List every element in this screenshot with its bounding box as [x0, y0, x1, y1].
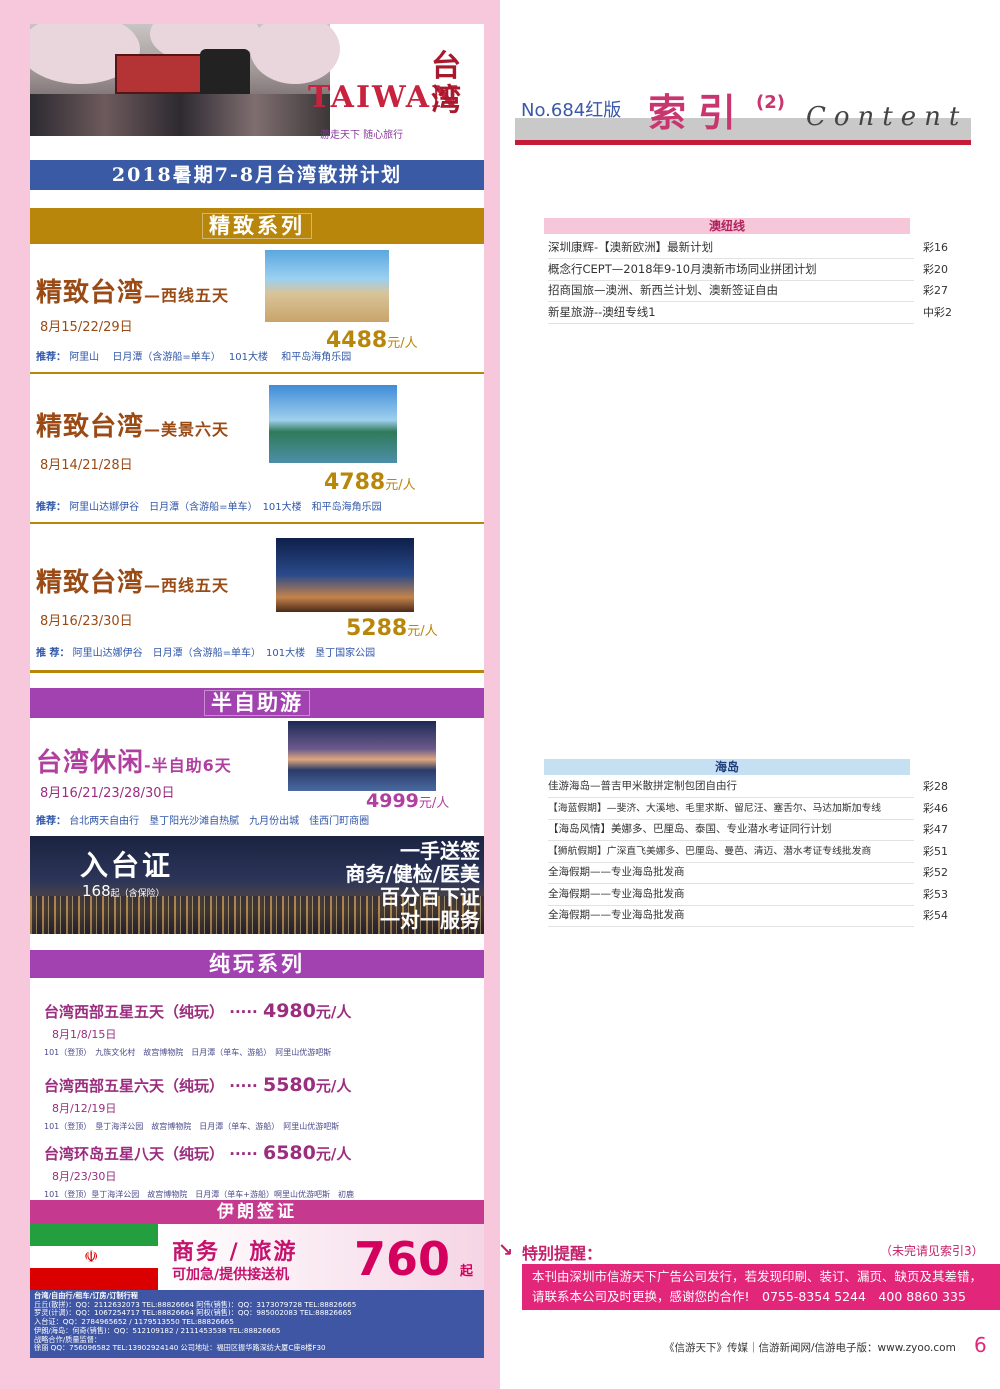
- logo-slogan: 游走天下 随心旅行: [320, 130, 404, 141]
- tour-dates: 8月14/21/28日: [40, 458, 133, 473]
- pure-play-item: 台湾西部五星五天（纯玩） ····· 4980元/人 8月1/8/15日 101…: [44, 1000, 352, 1057]
- logo-chinese: 台湾: [431, 49, 461, 118]
- section-header-aoniu: 澳纽线: [544, 218, 910, 234]
- page-number: 6: [974, 1333, 987, 1357]
- index-entry[interactable]: 招商国旅—澳洲、新西兰计划、澳新签证自由 彩27: [544, 280, 954, 302]
- tour-title: 精致台湾—美景六天: [36, 412, 230, 442]
- tour-title: 精致台湾—西线五天: [36, 278, 230, 308]
- content-word: Content: [806, 102, 968, 132]
- iran-visa-price: 760: [354, 1232, 451, 1286]
- tour-card: 精致台湾—美景六天 8月14/21/28日 4788元/人 推荐： 阿里山达娜伊…: [30, 374, 484, 525]
- leisure-price: 4999元/人: [366, 790, 450, 812]
- index-entry[interactable]: 概念行CEPT—2018年9-10月澳新市场同业拼团计划 彩20: [544, 259, 954, 281]
- index-entry[interactable]: 新星旅游--澳纽专线1 中彩2: [544, 302, 954, 324]
- leisure-title: 台湾休闲-半自助6天: [36, 748, 232, 778]
- taiwan-ad: TAIWAN 游走天下 随心旅行 台湾 2018暑期7-8月台湾散拼计划 精致系…: [30, 24, 484, 1358]
- notice-continued: （未完请见索引3）: [880, 1244, 984, 1258]
- tour-dates: 8月16/23/30日: [40, 614, 133, 629]
- issue-number: No.684红版: [521, 100, 622, 121]
- tour-recommend: 推荐： 阿里山 日月潭（含游船=单车） 101大楼 和平岛海角乐园: [36, 352, 352, 363]
- pure-play-series-bar: 纯玩系列: [30, 950, 484, 978]
- notice-box: 本刊由深圳市信游天下广告公司发行，若发现印刷、装订、漏页、缺页及其差错， 请联系…: [522, 1264, 1000, 1310]
- plan-title-bar: 2018暑期7-8月台湾散拼计划: [30, 160, 484, 190]
- entry-permit-banner: 入台证 168起（含保险） 一手送签 商务/健检/医美 百分百下证 一对一服务: [30, 836, 484, 934]
- leisure-recommend: 推荐： 台北两天自由行 垦丁阳光沙滩自热腻 九月份出城 佳西门町商圈: [36, 816, 370, 827]
- index-entry[interactable]: 全海假期——专业海岛批发商 彩52: [544, 862, 954, 884]
- section-header-haidao: 海岛: [544, 759, 910, 775]
- permit-services: 一手送签 商务/健检/医美 百分百下证 一对一服务: [345, 839, 480, 932]
- tour-title: 精致台湾—西线五天: [36, 568, 230, 598]
- permit-title: 入台证: [80, 849, 174, 882]
- sun-moon-lake-photo: [269, 385, 397, 463]
- tour-recommend: 推 荐： 阿里山达娜伊谷 日月潭（含游船=单车） 101大楼 垦丁国家公园: [36, 648, 376, 659]
- lake-sunset-photo: [288, 721, 436, 791]
- iran-visa-banner: ☫ 商务 / 旅游 可加急/提供接送机 760 起: [30, 1224, 484, 1290]
- iran-visa-service: 可加急/提供接送机: [172, 1267, 290, 1283]
- page-title: 索引: [648, 91, 749, 135]
- pure-play-item: 台湾西部五星六天（纯玩） ····· 5580元/人 8月/12/19日 101…: [44, 1074, 352, 1131]
- header-rule-red: [515, 140, 971, 145]
- leisure-dates: 8月16/21/23/28/30日: [40, 786, 175, 801]
- index-list-haidao: 佳游海岛—普吉甲米散拼定制包团自由行 彩28 【海蓝假期】—斐济、大溪地、毛里求斯…: [544, 776, 954, 927]
- jingzhi-series-title: 精致系列: [202, 213, 312, 239]
- index-entry[interactable]: 【狮航假期】广深直飞美娜多、巴厘岛、曼芭、清迈、潜水考证专线批发商 彩51: [544, 841, 954, 863]
- index-entry[interactable]: 全海假期——专业海岛批发商 彩54: [544, 905, 954, 927]
- iran-visa-unit: 起: [460, 1264, 474, 1279]
- iran-visa-bar: 伊朗签证: [30, 1200, 484, 1224]
- header-photo: TAIWAN 游走天下 随心旅行 台湾: [30, 24, 484, 160]
- taipei-101-photo: [276, 538, 414, 612]
- index-entry[interactable]: 全海假期——专业海岛批发商 彩53: [544, 884, 954, 906]
- beach-photo: [265, 250, 389, 322]
- leisure-tour-card: 台湾休闲-半自助6天 8月16/21/23/28/30日 4999元/人 推荐：…: [30, 718, 484, 836]
- permit-price: 168起（含保险）: [82, 882, 165, 900]
- iran-visa-type: 商务 / 旅游: [172, 1240, 298, 1265]
- footer-text: 《信游天下》传媒｜信游新闻网/信游电子版：www.zyoo.com: [664, 1342, 956, 1354]
- index-entry[interactable]: 佳游海岛—普吉甲米散拼定制包团自由行 彩28: [544, 776, 954, 798]
- alishan-train-photo: [30, 24, 340, 136]
- pure-play-item: 台湾环岛五星八天（纯玩） ····· 6580元/人 8月/23/30日 101…: [44, 1142, 354, 1199]
- semi-self-guided-title: 半自助游: [204, 690, 310, 716]
- notice-title: 特别提醒：: [522, 1244, 603, 1263]
- iran-emblem-icon: ☫: [84, 1247, 99, 1266]
- tour-card: 精致台湾—西线五天 8月16/23/30日 5288元/人 推 荐： 阿里山达娜…: [30, 524, 484, 674]
- index-list-aoniu: 深圳康辉-【澳新欧洲】最新计划 彩16 概念行CEPT—2018年9-10月澳新市…: [544, 237, 954, 324]
- iran-flag: ☫: [30, 1224, 158, 1290]
- tour-dates: 8月15/22/29日: [40, 320, 133, 335]
- tour-price: 5288元/人: [346, 616, 438, 641]
- tour-price: 4788元/人: [324, 470, 416, 495]
- tour-card: 精致台湾—西线五天 8月15/22/29日 4488元/人 推荐： 阿里山 日月…: [30, 244, 484, 375]
- index-part: (2): [756, 92, 785, 113]
- semi-self-guided-bar: 半自助游: [30, 688, 484, 718]
- index-entry[interactable]: 深圳康辉-【澳新欧洲】最新计划 彩16: [544, 237, 954, 259]
- jingzhi-series-bar: 精致系列: [30, 208, 484, 244]
- index-entry[interactable]: 【海蓝假期】—斐济、大溪地、毛里求斯、留尼汪、塞舌尔、马达加斯加专线 彩46: [544, 798, 954, 820]
- contact-info: 台湾/自由行/租车/订房/订制行程 丘丘(散拼)：QQ：2112632073 T…: [30, 1290, 484, 1358]
- arrow-icon: ↘: [498, 1240, 514, 1261]
- index-entry[interactable]: 【海岛风情】美娜多、巴厘岛、泰国、专业潜水考证同行计划 彩47: [544, 819, 954, 841]
- tour-recommend: 推荐： 阿里山达娜伊谷 日月潭（含游船=单车） 101大楼 和平岛海角乐园: [36, 502, 382, 513]
